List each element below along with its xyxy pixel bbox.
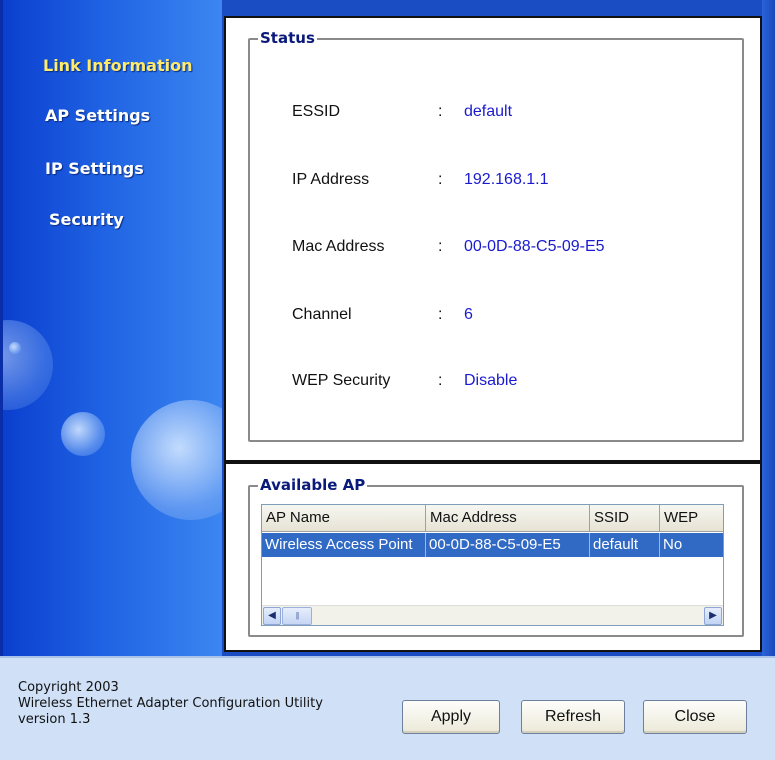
footer: Copyright 2003 Wireless Ethernet Adapter… — [0, 656, 775, 760]
sidebar-item-link-information[interactable]: Link Information — [43, 56, 192, 75]
mac-address-label: Mac Address — [292, 238, 385, 255]
copyright-text: Copyright 2003 — [18, 680, 119, 695]
column-header-ssid[interactable]: SSID — [590, 505, 660, 532]
status-panel: Status ESSID : default IP Address : 192.… — [224, 16, 762, 462]
status-title: Status — [258, 29, 317, 47]
table-row[interactable]: Wireless Access Point 00-0D-88-C5-09-E5 … — [262, 533, 723, 557]
scroll-right-icon[interactable]: ▶ — [704, 607, 722, 625]
decorative-bubble — [61, 412, 105, 456]
refresh-button[interactable]: Refresh — [521, 700, 625, 734]
sidebar-item-ip-settings[interactable]: IP Settings — [45, 159, 144, 178]
essid-label: ESSID — [292, 103, 341, 120]
window-border — [762, 0, 775, 656]
product-name-text: Wireless Ethernet Adapter Configuration … — [18, 696, 323, 711]
colon: : — [438, 306, 443, 323]
colon: : — [438, 238, 443, 255]
ssid-cell: default — [590, 533, 660, 557]
colon: : — [438, 171, 443, 188]
apply-button[interactable]: Apply — [402, 700, 500, 734]
available-ap-panel: Available AP AP Name Mac Address SSID WE… — [224, 462, 762, 652]
wep-security-label: WEP Security — [292, 372, 391, 389]
ap-list[interactable]: AP Name Mac Address SSID WEP Wireless Ac… — [261, 504, 724, 626]
decorative-bubble — [9, 342, 21, 354]
column-header-wep[interactable]: WEP — [660, 505, 723, 532]
scroll-left-icon[interactable]: ◀ — [263, 607, 281, 625]
available-ap-title: Available AP — [258, 476, 368, 494]
decorative-bubble — [3, 320, 53, 410]
sidebar: Link Information AP Settings IP Settings… — [0, 0, 222, 656]
column-header-mac-address[interactable]: Mac Address — [426, 505, 590, 532]
column-header-ap-name[interactable]: AP Name — [262, 505, 426, 532]
colon: : — [438, 103, 443, 120]
decorative-bubble — [131, 400, 222, 520]
essid-value: default — [464, 103, 513, 120]
mac-address-cell: 00-0D-88-C5-09-E5 — [426, 533, 590, 557]
close-button[interactable]: Close — [643, 700, 747, 734]
sidebar-item-ap-settings[interactable]: AP Settings — [45, 106, 150, 125]
scroll-thumb[interactable]: ||| — [282, 607, 312, 625]
app-window: Link Information AP Settings IP Settings… — [0, 0, 775, 760]
ip-address-label: IP Address — [292, 171, 370, 188]
horizontal-scrollbar[interactable]: ◀ ||| ▶ — [262, 605, 723, 625]
list-header: AP Name Mac Address SSID WEP — [262, 505, 723, 532]
channel-value: 6 — [464, 306, 473, 323]
wep-cell: No — [663, 536, 683, 553]
ap-name-cell: Wireless Access Point — [262, 533, 426, 557]
channel-label: Channel — [292, 306, 352, 323]
wep-security-value: Disable — [464, 372, 518, 389]
ip-address-value: 192.168.1.1 — [464, 171, 549, 188]
colon: : — [438, 372, 443, 389]
version-text: version 1.3 — [18, 712, 91, 727]
mac-address-value: 00-0D-88-C5-09-E5 — [464, 238, 605, 255]
sidebar-item-security[interactable]: Security — [49, 210, 124, 229]
